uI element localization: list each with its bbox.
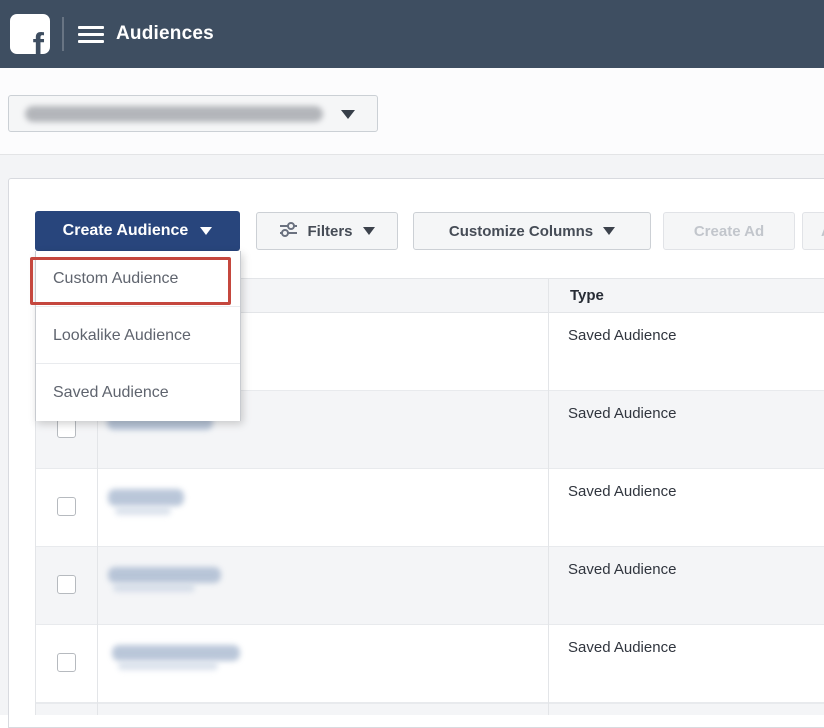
chevron-down-icon	[603, 227, 616, 235]
filters-button[interactable]: Filters	[256, 212, 398, 250]
audience-type: Saved Audience	[568, 639, 677, 656]
audience-type: Saved Audience	[568, 405, 677, 422]
redacted-audience-name[interactable]	[108, 489, 184, 506]
table-row-partial	[35, 703, 824, 715]
filters-label: Filters	[307, 222, 353, 240]
redacted-audience-name[interactable]	[108, 567, 221, 583]
top-navbar: f Audiences	[0, 0, 824, 68]
create-audience-button[interactable]: Create Audience	[35, 211, 240, 251]
filters-sliders-icon	[279, 221, 298, 241]
navbar-divider	[62, 17, 64, 51]
menu-item-label: Saved Audience	[53, 384, 169, 401]
row-checkbox[interactable]	[57, 575, 76, 594]
actions-button-partial: A	[802, 212, 824, 250]
chevron-down-icon	[341, 110, 355, 119]
account-selector-dropdown[interactable]	[8, 95, 378, 132]
facebook-logo-icon[interactable]: f	[10, 14, 50, 54]
page-title: Audiences	[116, 23, 214, 44]
audience-type: Saved Audience	[568, 327, 677, 344]
menu-item-label: Lookalike Audience	[53, 326, 191, 344]
create-audience-label: Create Audience	[62, 222, 189, 239]
table-row: Saved Audience	[35, 469, 824, 547]
customize-columns-label: Customize Columns	[448, 222, 594, 240]
redacted-audience-subtext	[113, 584, 195, 592]
table-row: Saved Audience	[35, 547, 824, 625]
create-audience-menu: Custom Audience Lookalike Audience Saved…	[35, 251, 241, 421]
redacted-audience-name[interactable]	[112, 645, 240, 661]
type-column-header[interactable]: Type	[570, 287, 604, 304]
create-ad-label: Create Ad	[693, 222, 765, 240]
row-checkbox[interactable]	[57, 419, 76, 438]
menu-icon[interactable]	[78, 26, 104, 43]
menu-item-custom-audience[interactable]: Custom Audience	[36, 251, 240, 307]
audience-type: Saved Audience	[568, 483, 677, 500]
create-ad-button: Create Ad	[663, 212, 795, 250]
menu-item-saved-audience[interactable]: Saved Audience	[36, 365, 240, 421]
table-row: Saved Audience	[35, 625, 824, 703]
chevron-down-icon	[362, 227, 375, 235]
redacted-account-name	[25, 106, 323, 122]
menu-item-label: Custom Audience	[53, 269, 179, 287]
row-checkbox[interactable]	[57, 497, 76, 516]
audience-type: Saved Audience	[568, 561, 677, 578]
redacted-audience-subtext	[115, 507, 171, 515]
column-divider	[548, 278, 549, 715]
menu-item-lookalike-audience[interactable]: Lookalike Audience	[36, 308, 240, 364]
chevron-down-icon	[200, 227, 213, 235]
customize-columns-button[interactable]: Customize Columns	[413, 212, 651, 250]
redacted-audience-subtext	[118, 662, 218, 670]
row-checkbox[interactable]	[57, 653, 76, 672]
